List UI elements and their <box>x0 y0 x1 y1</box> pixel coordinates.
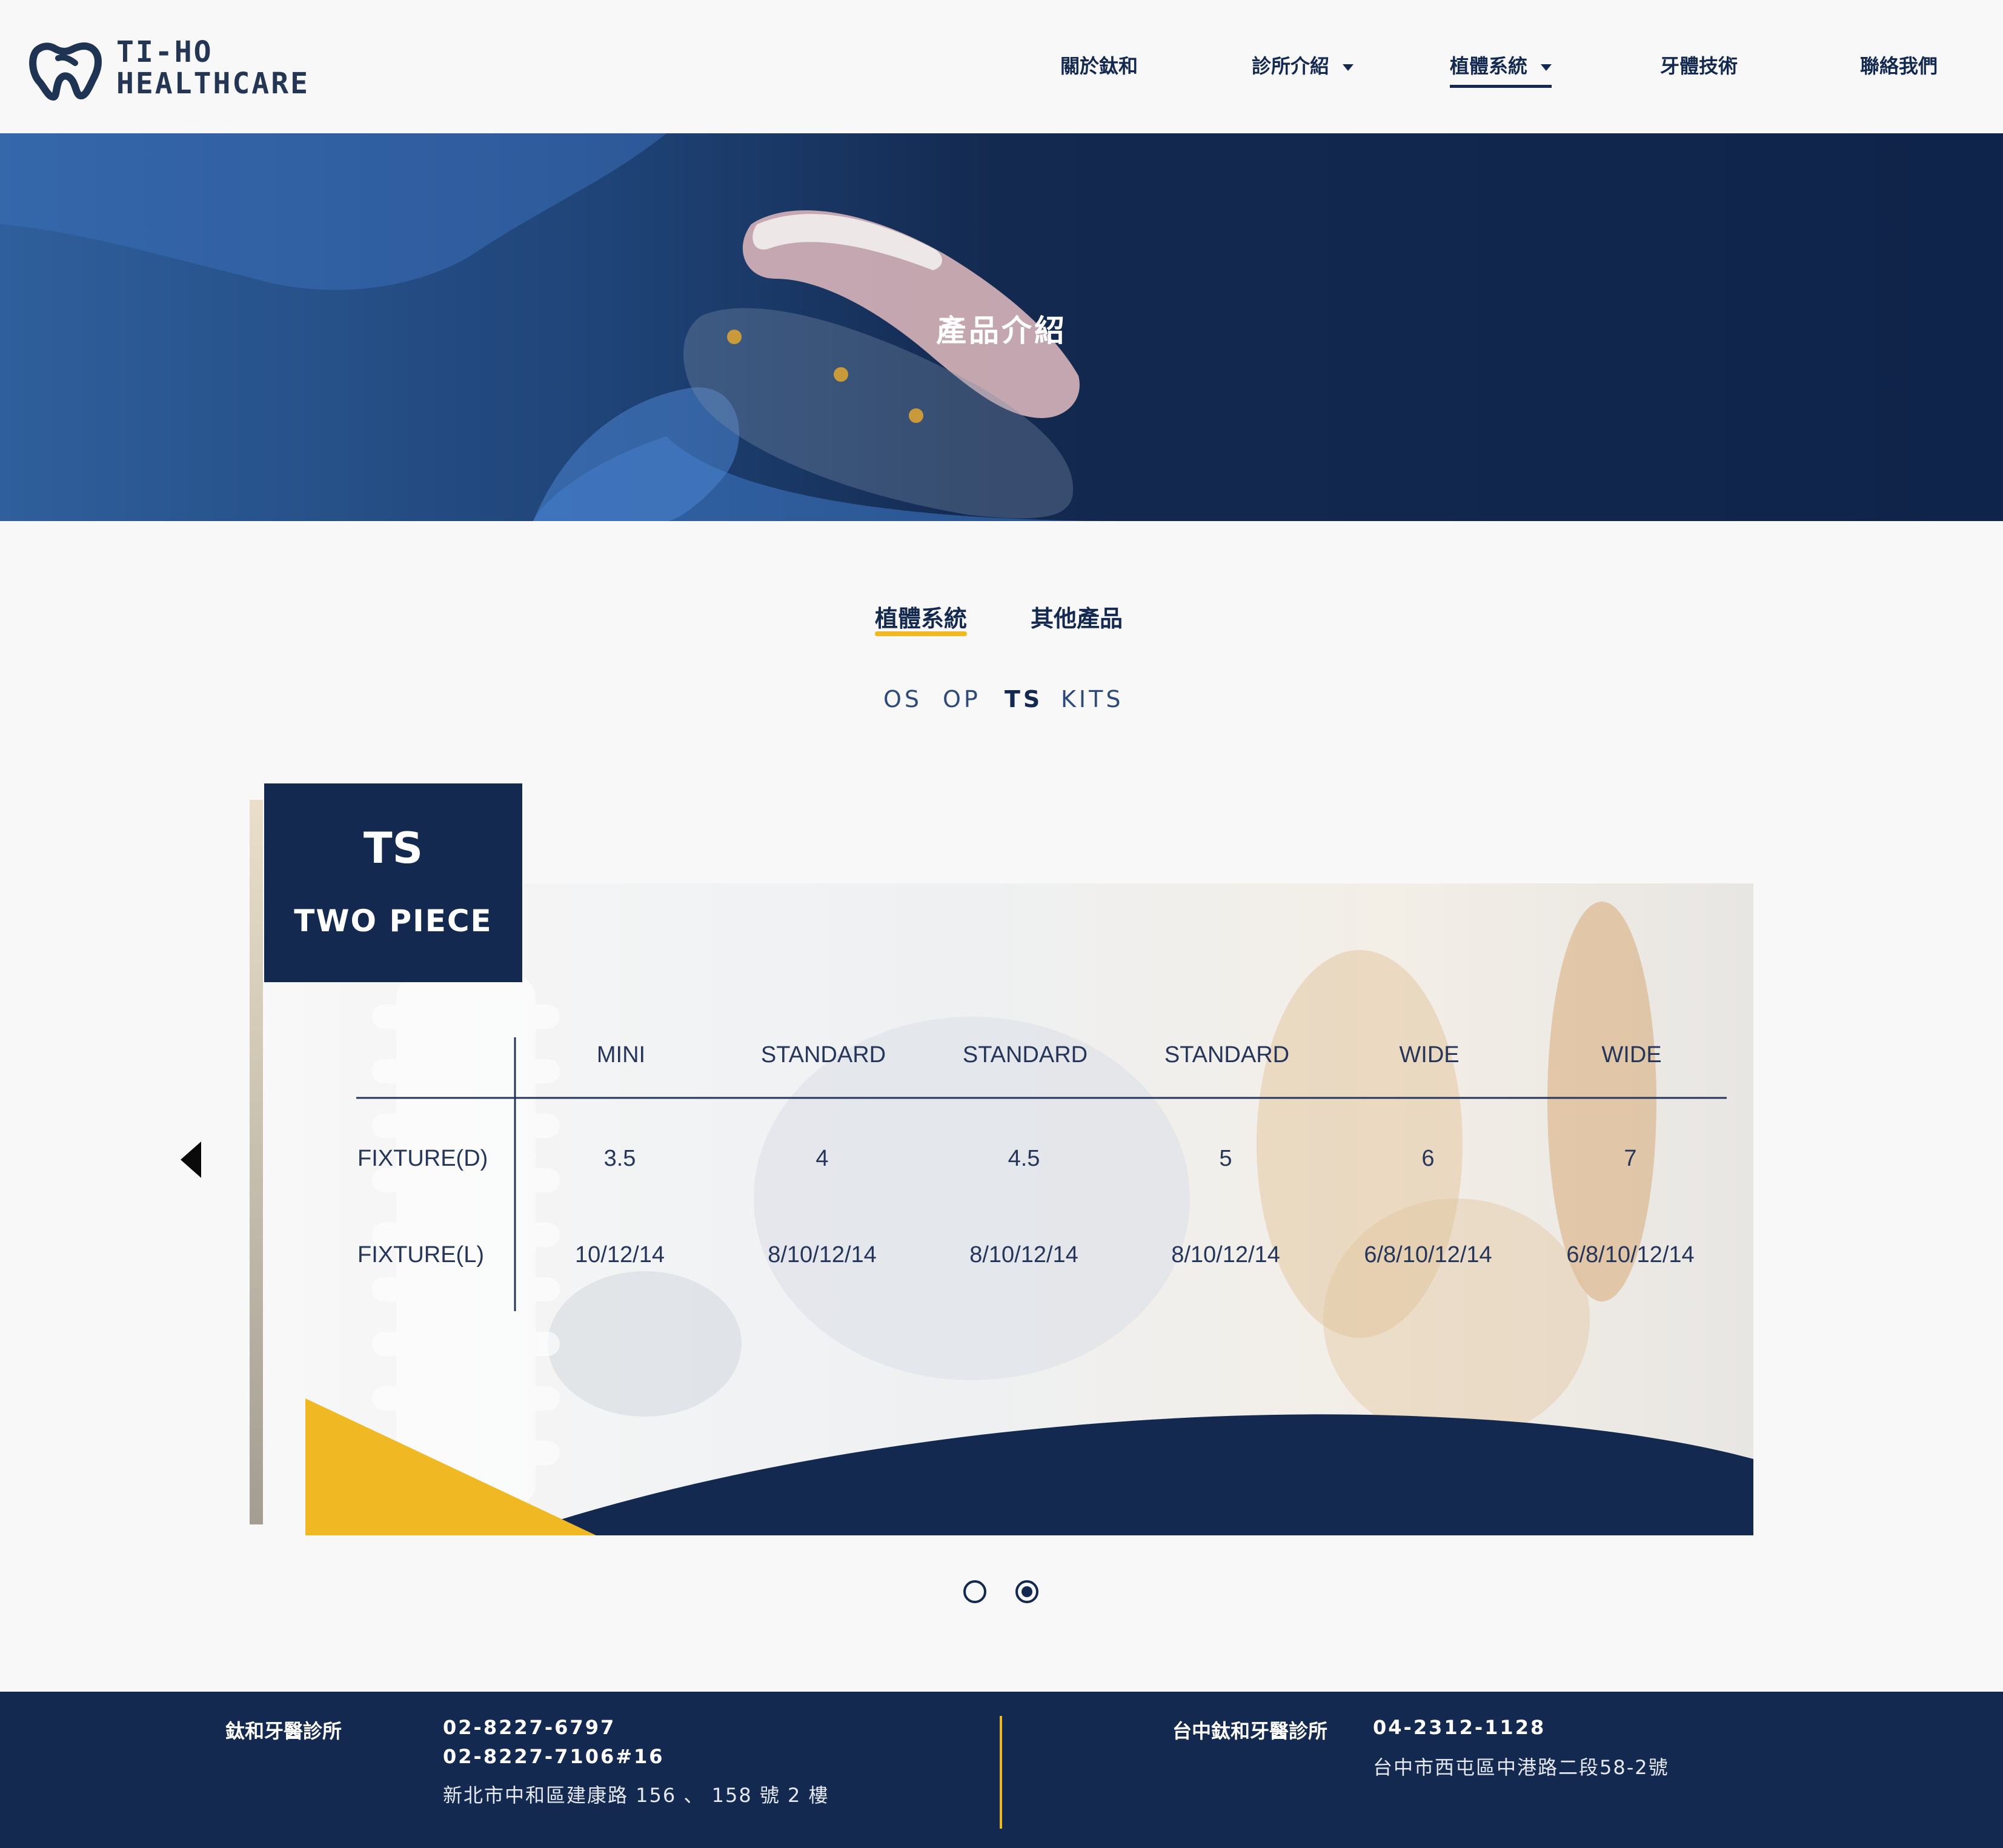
table-cell: 8/10/12/14 <box>969 1242 1078 1268</box>
table-cell: 7 <box>1624 1146 1637 1171</box>
clinic-address: 台中市西屯區中港路二段58-2號 <box>1373 1756 1669 1779</box>
nav-implant-systems[interactable]: 植體系統 <box>1450 51 1552 88</box>
slide-accent-bar <box>250 800 263 1524</box>
row-label: FIXTURE(L) <box>357 1242 484 1268</box>
tooth-logo-icon[interactable] <box>24 32 109 104</box>
product-type: TWO PIECE <box>294 903 493 939</box>
footer-divider <box>1000 1716 1002 1829</box>
chevron-down-icon <box>1541 64 1552 71</box>
brand-name[interactable]: TI-HO HEALTHCARE <box>116 36 310 99</box>
carousel-dot-2[interactable] <box>1015 1580 1038 1603</box>
previous-slide-arrow-icon[interactable] <box>181 1142 201 1178</box>
table-cell: 8/10/12/14 <box>1171 1242 1280 1268</box>
table-cell: 4.5 <box>1008 1146 1040 1171</box>
row-label: FIXTURE(D) <box>357 1146 488 1171</box>
subtab-ts[interactable]: TS <box>1005 686 1043 713</box>
slide-background <box>305 883 1753 1535</box>
site-footer: 鈦和牙醫診所 02-8227-6797 02-8227-7106#16 新北市中… <box>0 1692 2003 1848</box>
clinic-name: 台中鈦和牙醫診所 <box>1172 1720 1328 1743</box>
clinic-phone[interactable]: 04-2312-1128 <box>1373 1716 1546 1739</box>
tab-other-products[interactable]: 其他產品 <box>1031 600 1123 633</box>
column-header: WIDE <box>1601 1042 1662 1068</box>
tab-implant-systems[interactable]: 植體系統 <box>875 600 968 636</box>
nav-contact[interactable]: 聯絡我們 <box>1860 51 1938 87</box>
column-header: STANDARD <box>962 1042 1088 1068</box>
product-badge: TS TWO PIECE <box>264 783 522 982</box>
table-cell: 3.5 <box>603 1146 636 1171</box>
clinic-name: 鈦和牙醫診所 <box>225 1720 342 1743</box>
subtab-os[interactable]: OS <box>883 686 922 713</box>
column-header: STANDARD <box>760 1042 886 1068</box>
carousel-dot-1[interactable] <box>963 1580 986 1603</box>
nav-clinics[interactable]: 診所介紹 <box>1252 51 1354 87</box>
table-cell: 5 <box>1219 1146 1232 1171</box>
chevron-down-icon <box>1343 64 1354 71</box>
product-model: TS <box>363 823 424 873</box>
clinic-phone[interactable]: 02-8227-6797 <box>443 1716 616 1739</box>
table-cell: 8/10/12/14 <box>768 1242 877 1268</box>
page-title: 產品介紹 <box>936 313 1067 348</box>
product-slide: MINI STANDARD STANDARD STANDARD WIDE WID… <box>305 883 1753 1535</box>
hero-banner: 產品介紹 <box>0 133 2003 521</box>
table-cell: 6/8/10/12/14 <box>1566 1242 1695 1268</box>
table-cell: 4 <box>815 1146 829 1171</box>
table-cell: 6/8/10/12/14 <box>1364 1242 1492 1268</box>
clinic-address: 新北市中和區建康路 156 、 158 號 2 樓 <box>443 1784 829 1807</box>
table-cell: 6 <box>1421 1146 1435 1171</box>
nav-about[interactable]: 關於鈦和 <box>1060 51 1138 87</box>
subtab-kits[interactable]: KITS <box>1061 686 1123 713</box>
column-header: STANDARD <box>1164 1042 1290 1068</box>
column-header: WIDE <box>1399 1042 1460 1068</box>
site-header: TI-HO HEALTHCARE 關於鈦和 診所介紹 植體系統 牙體技術 聯絡我… <box>0 0 2003 133</box>
nav-dental-technology[interactable]: 牙體技術 <box>1660 51 1738 87</box>
table-cell: 10/12/14 <box>575 1242 665 1268</box>
clinic-phone[interactable]: 02-8227-7106#16 <box>443 1745 665 1768</box>
subtab-op[interactable]: OP <box>943 686 981 713</box>
column-header: MINI <box>596 1042 646 1068</box>
